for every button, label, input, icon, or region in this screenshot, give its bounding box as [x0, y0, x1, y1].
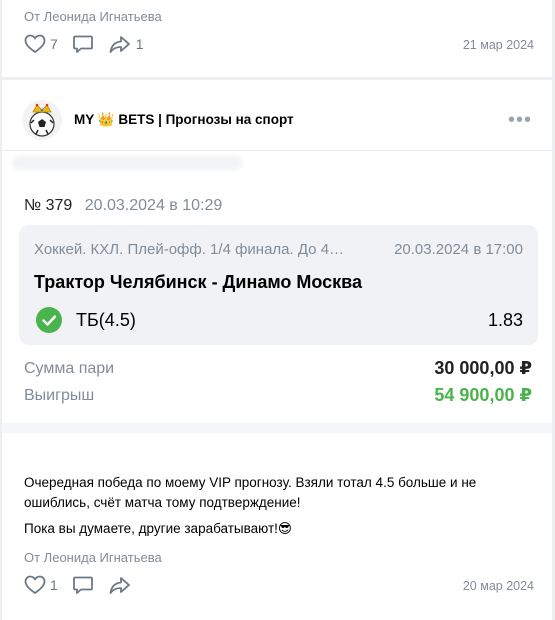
more-options-icon[interactable]: ••• [508, 110, 532, 130]
check-circle-icon [36, 307, 62, 333]
divider [2, 150, 552, 151]
bet-number: № 379 [24, 197, 73, 214]
like-count: 1 [50, 577, 58, 593]
post-actions: 7 1 [24, 34, 158, 54]
group-avatar[interactable] [22, 100, 62, 140]
bet-event-box: Хоккей. КХЛ. Плей-офф. 1/4 финала. До 4…… [19, 225, 538, 345]
event-teams: Трактор Челябинск - Динамо Москва [34, 272, 363, 292]
post-text-paragraph: Очередная победа по моему VIP прогнозу. … [24, 475, 477, 510]
bet-header: № 379 20.03.2024 в 10:29 [24, 197, 222, 215]
win-value: 54 900,00 ₽ [434, 385, 532, 405]
win-label: Выигрыш [24, 387, 95, 404]
post-date[interactable]: 21 мар 2024 [463, 38, 534, 52]
share-button[interactable]: 1 [108, 34, 144, 54]
like-count: 7 [50, 36, 58, 52]
share-count: 1 [135, 36, 144, 52]
bet-coefficient: 1.83 [487, 310, 523, 330]
section-separator [2, 423, 552, 433]
share-icon [109, 36, 130, 53]
post-author-link[interactable]: От Леонида Игнатьева [24, 550, 162, 565]
share-button[interactable] [108, 575, 132, 595]
soccer-ball-crown-icon [29, 103, 55, 137]
group-name-link[interactable]: MY 👑 BETS | Прогнозы на спорт [74, 112, 294, 128]
post-text-paragraph: Пока вы думаете, другие зарабатывают!😎 [24, 521, 292, 536]
bet-placed-time: 20.03.2024 в 10:29 [84, 197, 223, 214]
post-author-link[interactable]: От Леонида Игнатьева [24, 9, 162, 24]
stake-label: Сумма пари [24, 360, 115, 377]
post-text: Очередная победа по моему VIP прогнозу. … [24, 473, 524, 545]
event-league: Хоккей. КХЛ. Плей-офф. 1/4 финала. До 4… [34, 241, 345, 258]
comment-icon [72, 576, 93, 594]
comment-button[interactable] [72, 575, 94, 595]
like-button[interactable]: 7 [24, 34, 58, 54]
heart-icon [24, 34, 46, 54]
comment-button[interactable] [72, 34, 94, 54]
previous-post-card: От Леонида Игнатьева 7 1 21 мар 2024 [2, 0, 552, 77]
post-header: MY 👑 BETS | Прогнозы на спорт ••• [22, 100, 532, 140]
event-date: 20.03.2024 в 17:00 [394, 241, 523, 258]
bet-type: ТБ(4.5) [76, 310, 136, 330]
post-card: MY 👑 BETS | Прогнозы на спорт ••• № 379 … [2, 80, 552, 620]
like-button[interactable]: 1 [24, 575, 58, 595]
blurred-text [12, 156, 242, 170]
heart-icon [24, 575, 46, 595]
share-icon [109, 577, 130, 594]
stake-value: 30 000,00 ₽ [434, 358, 532, 378]
post-actions: 1 [24, 575, 146, 595]
post-date[interactable]: 20 мар 2024 [463, 579, 534, 593]
comment-icon [72, 35, 93, 53]
